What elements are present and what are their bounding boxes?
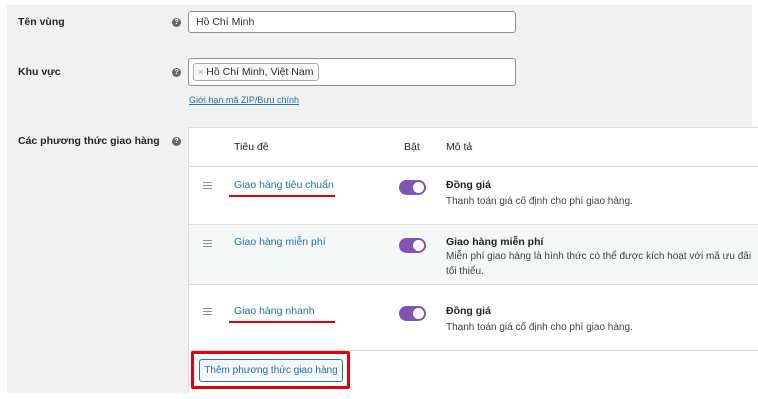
zone-name-input[interactable]: Hồ Chí Minh (188, 11, 516, 33)
method-desc-text: Thanh toán giá cố định cho phí giao hàng… (446, 322, 633, 333)
table-row: Giao hàng nhanh Đồng giá Thanh toán giá … (189, 285, 758, 351)
method-desc-title: Đồng giá (446, 305, 491, 317)
column-description: Mô tả (446, 141, 473, 153)
enabled-toggle[interactable] (399, 180, 426, 195)
zone-name-label: Tên vùng (18, 16, 65, 28)
method-link[interactable]: Giao hàng nhanh (234, 305, 315, 317)
region-label: Khu vực (18, 66, 61, 78)
highlight-underline (229, 195, 335, 197)
method-desc-title: Giao hàng miễn phí (446, 236, 544, 248)
enabled-toggle[interactable] (399, 238, 426, 253)
table-row: Giao hàng miễn phí Giao hàng miễn phí Mi… (189, 225, 758, 285)
help-icon[interactable]: ? (172, 137, 181, 146)
highlight-underline (229, 321, 335, 323)
enabled-toggle[interactable] (399, 306, 426, 321)
drag-handle-icon[interactable] (203, 308, 212, 315)
method-desc-text: Miễn phí giao hàng là hình thức có thể đ… (446, 251, 752, 262)
column-enabled: Bật (404, 141, 420, 153)
method-link[interactable]: Giao hàng miễn phí (234, 236, 326, 248)
table-header: Tiêu đề Bật Mô tả (189, 128, 758, 167)
remove-tag-icon[interactable]: × (198, 67, 203, 77)
help-icon[interactable]: ? (172, 68, 181, 77)
add-shipping-method-button[interactable]: Thêm phương thức giao hàng (199, 359, 343, 382)
region-tag: × Hồ Chí Minh, Việt Nam (193, 63, 320, 81)
drag-handle-icon[interactable] (203, 240, 212, 247)
method-desc-text: tối thiểu. (446, 266, 484, 277)
method-link[interactable]: Giao hàng tiêu chuẩn (234, 179, 334, 191)
column-title: Tiêu đề (234, 141, 269, 153)
region-select[interactable]: × Hồ Chí Minh, Việt Nam (188, 58, 516, 86)
help-icon[interactable]: ? (172, 18, 181, 27)
limit-postcode-link[interactable]: Giới hạn mã ZIP/Bưu chính (189, 95, 299, 105)
drag-handle-icon[interactable] (203, 182, 212, 189)
region-tag-label: Hồ Chí Minh, Việt Nam (206, 66, 314, 78)
methods-label: Các phương thức giao hàng (18, 135, 160, 147)
method-desc-title: Đồng giá (446, 179, 491, 191)
method-desc-text: Thanh toán giá cố định cho phí giao hàng… (446, 196, 633, 207)
